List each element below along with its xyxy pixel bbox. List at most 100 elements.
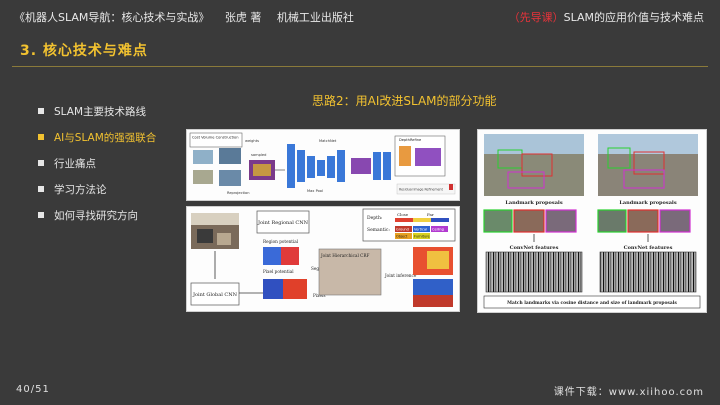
menu-item-pain-points[interactable]: 行业痛点 bbox=[38, 150, 156, 176]
sampled-label: sampled bbox=[251, 153, 266, 157]
input-image-top bbox=[193, 150, 213, 164]
class-label-ceiling: Ceiling bbox=[432, 228, 444, 232]
class-label-vertical: Vertical bbox=[414, 228, 427, 232]
convnet-label-right: ConvNet features bbox=[624, 245, 673, 251]
download-link[interactable]: 课件下载：www.xiihoo.com bbox=[554, 383, 704, 398]
refine-block-2 bbox=[383, 152, 391, 180]
slide: 《机器人SLAM导航：核心技术与实战》 张虎 著 机械工业出版社 （先导课）SL… bbox=[0, 0, 720, 405]
joint-crf-diagram: Joint Global CNN Joint Regional CNN Regi… bbox=[190, 208, 456, 307]
menu-item-ai-slam[interactable]: AI与SLAM的强强联合 bbox=[38, 124, 156, 150]
menu-item-label: AI与SLAM的强强联合 bbox=[54, 131, 157, 144]
region-potential-label: Region potential bbox=[263, 239, 299, 244]
room-ceiling bbox=[191, 213, 239, 225]
square-bullet-icon bbox=[38, 108, 44, 114]
menu-item-label: 行业痛点 bbox=[54, 157, 96, 170]
menu-item-methodology[interactable]: 学习方法论 bbox=[38, 176, 156, 202]
header-bar: 《机器人SLAM导航：核心技术与实战》 张虎 著 机械工业出版社 （先导课）SL… bbox=[0, 0, 720, 32]
joint-inference-label: Joint inference bbox=[384, 273, 417, 278]
crop-green-left bbox=[483, 209, 513, 233]
depth-legend-label: Depth: bbox=[367, 215, 383, 221]
class-label-object: Object bbox=[396, 235, 408, 239]
menu-item-tech-routes[interactable]: SLAM主要技术路线 bbox=[38, 98, 156, 124]
depth-scale-mid bbox=[413, 218, 431, 222]
refine-block-1 bbox=[373, 152, 381, 180]
class-label-furniture: Furniture bbox=[414, 235, 430, 239]
global-cnn-label: Joint Global CNN bbox=[192, 292, 238, 298]
course-tag: （先导课） bbox=[508, 11, 564, 24]
feature-stack-top bbox=[219, 148, 241, 164]
decoder-block-1 bbox=[327, 156, 335, 178]
depth-far-label: Far bbox=[427, 212, 434, 217]
page-number: 40/51 bbox=[16, 384, 50, 395]
depthrefine-label: DepthRefine bbox=[399, 138, 422, 142]
encoder-block-4 bbox=[317, 160, 325, 176]
depth-close-label: Close bbox=[397, 212, 409, 217]
refine-feature bbox=[399, 146, 411, 166]
course-info: （先导课）SLAM的应用价值与技术难点 bbox=[509, 9, 704, 25]
match-caption: Match landmarks via cosine distance and … bbox=[507, 301, 677, 306]
figure-landmark-proposals: Landmark proposals Landmark proposals Co… bbox=[477, 129, 707, 313]
crf-label: Joint Hierarchical CRF bbox=[320, 253, 369, 258]
menu-item-label: 如何寻找研究方向 bbox=[54, 209, 138, 222]
weights-label: weights bbox=[245, 139, 259, 143]
sky-left bbox=[484, 134, 584, 154]
class-label-ground: Ground bbox=[396, 228, 409, 232]
output-depth-region bbox=[427, 251, 449, 269]
feature-barcode-right bbox=[599, 251, 697, 293]
depth-scale-close bbox=[395, 218, 413, 222]
input-image-bottom bbox=[193, 170, 213, 184]
title-divider bbox=[12, 66, 708, 67]
square-bullet-icon bbox=[38, 212, 44, 218]
menu-item-label: SLAM主要技术路线 bbox=[54, 105, 146, 118]
room-furniture bbox=[217, 233, 231, 245]
subheading: 思路2：用AI改进SLAM的部分功能 bbox=[312, 94, 497, 108]
cost-volume-label: Cost Volume Construction bbox=[192, 136, 239, 140]
reprojection-label: Reprojection bbox=[227, 191, 250, 195]
depth-output-map bbox=[351, 158, 371, 174]
menu-item-research-direction[interactable]: 如何寻找研究方向 bbox=[38, 202, 156, 228]
room-window bbox=[197, 229, 213, 243]
caption: Residual Image Refinement bbox=[399, 188, 444, 192]
feature-stack-bottom bbox=[219, 170, 241, 186]
crop-magenta-left bbox=[545, 209, 577, 233]
publisher: 机械工业出版社 bbox=[276, 11, 354, 24]
convnet-label-left: ConvNet features bbox=[510, 245, 559, 251]
author: 张虎 著 bbox=[224, 11, 262, 24]
crop-red-left bbox=[513, 209, 545, 233]
square-bullet-icon bbox=[38, 134, 44, 140]
decoder-block-2 bbox=[337, 150, 345, 182]
encoder-block-2 bbox=[297, 150, 305, 182]
square-bullet-icon bbox=[38, 160, 44, 166]
region-potential-half bbox=[263, 247, 281, 265]
encoder-block-3 bbox=[307, 156, 315, 178]
section-title: 3. 核心技术与难点 bbox=[20, 43, 148, 59]
encoder-block-1 bbox=[287, 144, 295, 188]
pixel-potential-label: Pixel potential bbox=[263, 269, 294, 274]
square-bullet-icon bbox=[38, 186, 44, 192]
cost-volume-slice bbox=[253, 164, 271, 176]
output-semantic-ground bbox=[413, 295, 453, 307]
book-info: 《机器人SLAM导航：核心技术与实战》 张虎 著 机械工业出版社 bbox=[14, 9, 366, 25]
refined-depth-map bbox=[415, 148, 441, 166]
book-title: 《机器人SLAM导航：核心技术与实战》 bbox=[14, 11, 210, 24]
regional-cnn-label: Joint Regional CNN bbox=[257, 220, 309, 226]
feature-barcode-left bbox=[485, 251, 583, 293]
crop-red-right bbox=[627, 209, 659, 233]
figure-depth-network: Cost Volume Construction weights sampled… bbox=[186, 129, 460, 201]
maxpool-label: Max Pool bbox=[307, 189, 323, 193]
figure-joint-crf: Joint Global CNN Joint Regional CNN Regi… bbox=[186, 206, 460, 312]
landmark-label-right: Landmark proposals bbox=[619, 200, 677, 206]
course-title: SLAM的应用价值与技术难点 bbox=[563, 11, 704, 24]
matchnet-label: MatchNet bbox=[319, 139, 337, 143]
crop-magenta-right bbox=[659, 209, 691, 233]
crop-green-right bbox=[597, 209, 627, 233]
menu-item-label: 学习方法论 bbox=[54, 183, 107, 196]
pixel-potential-half bbox=[263, 279, 283, 299]
landmark-diagram: Landmark proposals Landmark proposals Co… bbox=[483, 134, 701, 309]
landmark-label-left: Landmark proposals bbox=[505, 200, 563, 206]
residual-marker bbox=[449, 184, 453, 190]
sky-right bbox=[598, 134, 698, 154]
depth-network-diagram: Cost Volume Construction weights sampled… bbox=[189, 132, 456, 195]
semantic-legend-label: Semantic: bbox=[367, 227, 390, 233]
depth-scale-far bbox=[431, 218, 449, 222]
